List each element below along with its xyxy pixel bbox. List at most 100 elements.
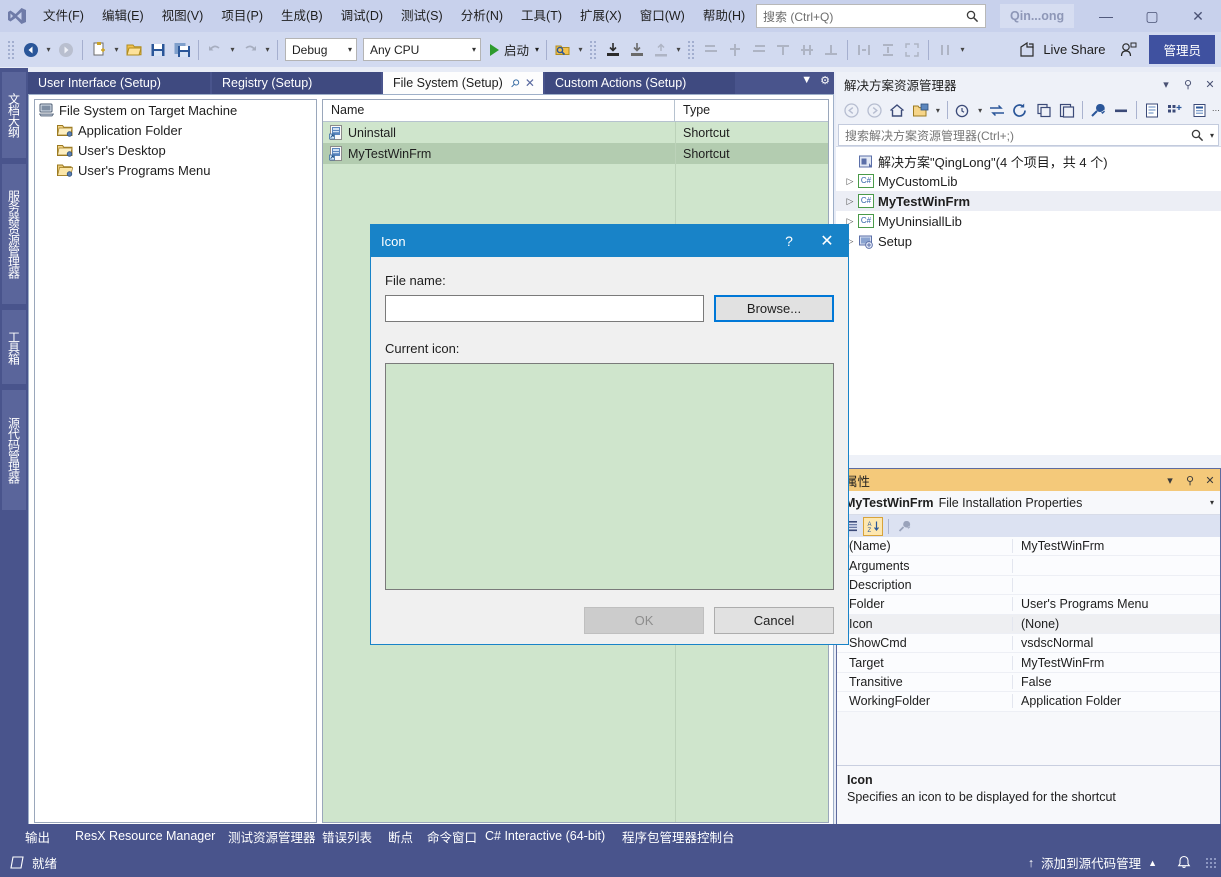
find-in-files-icon[interactable] <box>551 38 575 62</box>
tree-node-users-desktop[interactable]: User's Desktop <box>35 140 316 160</box>
close-button[interactable]: ✕ <box>806 225 848 257</box>
menu-debug[interactable]: 调试(D) <box>332 0 392 32</box>
source-control-button[interactable]: ↑ 添加到源代码管理 ▲ <box>1028 853 1163 872</box>
solution-configuration-combo[interactable]: Debug ▾ <box>285 38 357 61</box>
property-value[interactable]: vsdscNormal <box>1013 636 1220 650</box>
property-row-icon[interactable]: Icon (None) <box>837 614 1220 634</box>
chevron-down-icon[interactable]: ▾ <box>1210 498 1214 507</box>
bottom-tab-package-manager-console[interactable]: 程序包管理器控制台 <box>613 824 744 848</box>
tree-node-users-programs-menu[interactable]: User's Programs Menu <box>35 160 316 180</box>
ok-button[interactable]: OK <box>584 607 704 634</box>
tree-node-application-folder[interactable]: Application Folder <box>35 120 316 140</box>
property-row-target[interactable]: Target MyTestWinFrm <box>837 653 1220 673</box>
property-row-workingfolder[interactable]: WorkingFolder Application Folder <box>837 692 1220 712</box>
tree-row-myuninsialllib[interactable]: ▷ C# MyUninsiallLib <box>836 211 1221 231</box>
cancel-button[interactable]: Cancel <box>714 607 834 634</box>
chevron-up-icon[interactable]: ▲ <box>1148 858 1157 868</box>
tree-row-solution[interactable]: 解决方案"QingLong"(4 个项目，共 4 个) <box>836 151 1221 171</box>
property-row-transitive[interactable]: Transitive False <box>837 672 1220 693</box>
close-icon[interactable]: ✕ <box>1200 474 1220 487</box>
tab-file-system-setup[interactable]: File System (Setup) ⚲ ✕ <box>383 72 543 94</box>
chevron-down-icon[interactable]: ▾ <box>1155 78 1177 91</box>
toolbar-grip-3[interactable] <box>687 39 697 60</box>
menu-window[interactable]: 窗口(W) <box>631 0 694 32</box>
column-header-name[interactable]: Name <box>323 100 675 121</box>
menu-build[interactable]: 生成(B) <box>272 0 332 32</box>
sidebar-tab-source-control-explorer[interactable]: 源代码管理器 <box>2 390 26 510</box>
expander-icon[interactable]: ▷ <box>842 176 858 187</box>
browse-button[interactable]: Browse... <box>714 295 834 322</box>
property-value[interactable]: User's Programs Menu <box>1013 597 1220 611</box>
new-project-icon[interactable] <box>87 38 111 62</box>
save-all-icon[interactable] <box>170 38 194 62</box>
pin-icon[interactable]: ⚲ <box>1177 78 1199 91</box>
column-header-type[interactable]: Type <box>675 100 828 121</box>
sidebar-tab-document-outline[interactable]: 文档大纲 <box>2 72 26 158</box>
navigate-back-dropdown-icon[interactable]: ▾ <box>43 38 54 62</box>
start-debug-button[interactable]: 启动 ▾ <box>484 38 542 62</box>
bottom-tab-error-list[interactable]: 错误列表 <box>313 824 381 848</box>
property-value[interactable]: MyTestWinFrm <box>1013 656 1220 670</box>
open-file-icon[interactable] <box>122 38 146 62</box>
close-button[interactable]: ✕ <box>1175 0 1221 32</box>
tab-user-interface-setup[interactable]: User Interface (Setup) <box>28 72 210 94</box>
pending-changes-filter-icon[interactable] <box>952 98 974 122</box>
tab-registry-setup[interactable]: Registry (Setup) <box>212 72 381 94</box>
home-icon[interactable] <box>886 98 908 122</box>
bottom-tab-resx-resource-manager[interactable]: ResX Resource Manager <box>66 824 224 848</box>
tree-row-setup[interactable]: ▷ Setup <box>836 231 1221 251</box>
save-icon[interactable] <box>146 38 170 62</box>
menu-extensions[interactable]: 扩展(X) <box>571 0 631 32</box>
chevron-down-icon[interactable]: ▾ <box>975 98 985 122</box>
sidebar-tab-toolbox[interactable]: 工具箱 <box>2 310 26 384</box>
property-row-folder[interactable]: Folder User's Programs Menu <box>837 595 1220 615</box>
property-value[interactable]: (None) <box>1013 617 1220 631</box>
tab-custom-actions-setup[interactable]: Custom Actions (Setup) <box>545 72 735 94</box>
notifications-bell-icon[interactable] <box>1163 855 1205 870</box>
refresh-icon[interactable] <box>1009 98 1031 122</box>
properties-wrench-icon[interactable] <box>1087 98 1109 122</box>
property-row-description[interactable]: Description <box>837 575 1220 596</box>
sync-with-active-document-icon[interactable] <box>986 98 1008 122</box>
toolbar-grip-2[interactable] <box>589 39 599 60</box>
list-item[interactable]: MyTestWinFrm Shortcut <box>323 143 828 164</box>
collapse-all-icon[interactable] <box>1033 98 1055 122</box>
properties-object-selector[interactable]: MyTestWinFrm File Installation Propertie… <box>837 491 1220 515</box>
preview-selected-items-icon[interactable] <box>1110 98 1132 122</box>
solution-platform-combo[interactable]: Any CPU ▾ <box>363 38 481 61</box>
property-row-arguments[interactable]: Arguments <box>837 556 1220 576</box>
menu-tools[interactable]: 工具(T) <box>512 0 571 32</box>
menu-edit[interactable]: 编辑(E) <box>93 0 153 32</box>
solution-explorer-search[interactable]: 搜索解决方案资源管理器(Ctrl+;) ▾ <box>838 124 1219 146</box>
tree-row-mycustomlib[interactable]: ▷ C# MyCustomLib <box>836 171 1221 191</box>
step-into-icon[interactable] <box>601 38 625 62</box>
gear-icon[interactable]: ⚙ <box>820 74 830 87</box>
bottom-tab-breakpoints[interactable]: 断点 <box>379 824 422 848</box>
menu-analyze[interactable]: 分析(N) <box>452 0 512 32</box>
file-name-input[interactable] <box>385 295 704 322</box>
menu-help[interactable]: 帮助(H) <box>694 0 754 32</box>
property-value[interactable]: Application Folder <box>1013 694 1220 708</box>
property-value[interactable]: False <box>1013 675 1220 689</box>
global-search-input[interactable]: 搜索 (Ctrl+Q) <box>756 4 986 28</box>
tree-node-file-system-on-target-machine[interactable]: File System on Target Machine <box>35 100 316 120</box>
bottom-tab-test-explorer[interactable]: 测试资源管理器 <box>219 824 325 848</box>
property-pages-icon[interactable] <box>894 517 914 536</box>
alphabetical-view-icon[interactable]: AZ <box>863 516 883 536</box>
show-all-files-icon[interactable] <box>1056 98 1078 122</box>
class-view-icon[interactable] <box>1188 98 1210 122</box>
view-designer-icon[interactable] <box>1164 98 1186 122</box>
new-project-dropdown-icon[interactable]: ▾ <box>111 38 122 62</box>
list-item[interactable]: Uninstall Shortcut <box>323 122 828 143</box>
property-row-showcmd[interactable]: ShowCmd vsdscNormal <box>837 633 1220 654</box>
menu-view[interactable]: 视图(V) <box>153 0 213 32</box>
pending-changes-icon[interactable] <box>910 98 932 122</box>
step-over-icon[interactable] <box>625 38 649 62</box>
chevron-down-icon[interactable]: ▾ <box>1204 131 1214 140</box>
close-icon[interactable]: ✕ <box>525 76 535 90</box>
find-dropdown-icon[interactable]: ▾ <box>575 38 586 62</box>
overflow-icon[interactable]: ⋯ <box>1211 98 1221 122</box>
debug-dropdown-icon[interactable]: ▾ <box>673 38 684 62</box>
property-row-name[interactable]: (Name) MyTestWinFrm <box>837 537 1220 557</box>
bottom-tab-csharp-interactive[interactable]: C# Interactive (64-bit) <box>476 824 614 848</box>
